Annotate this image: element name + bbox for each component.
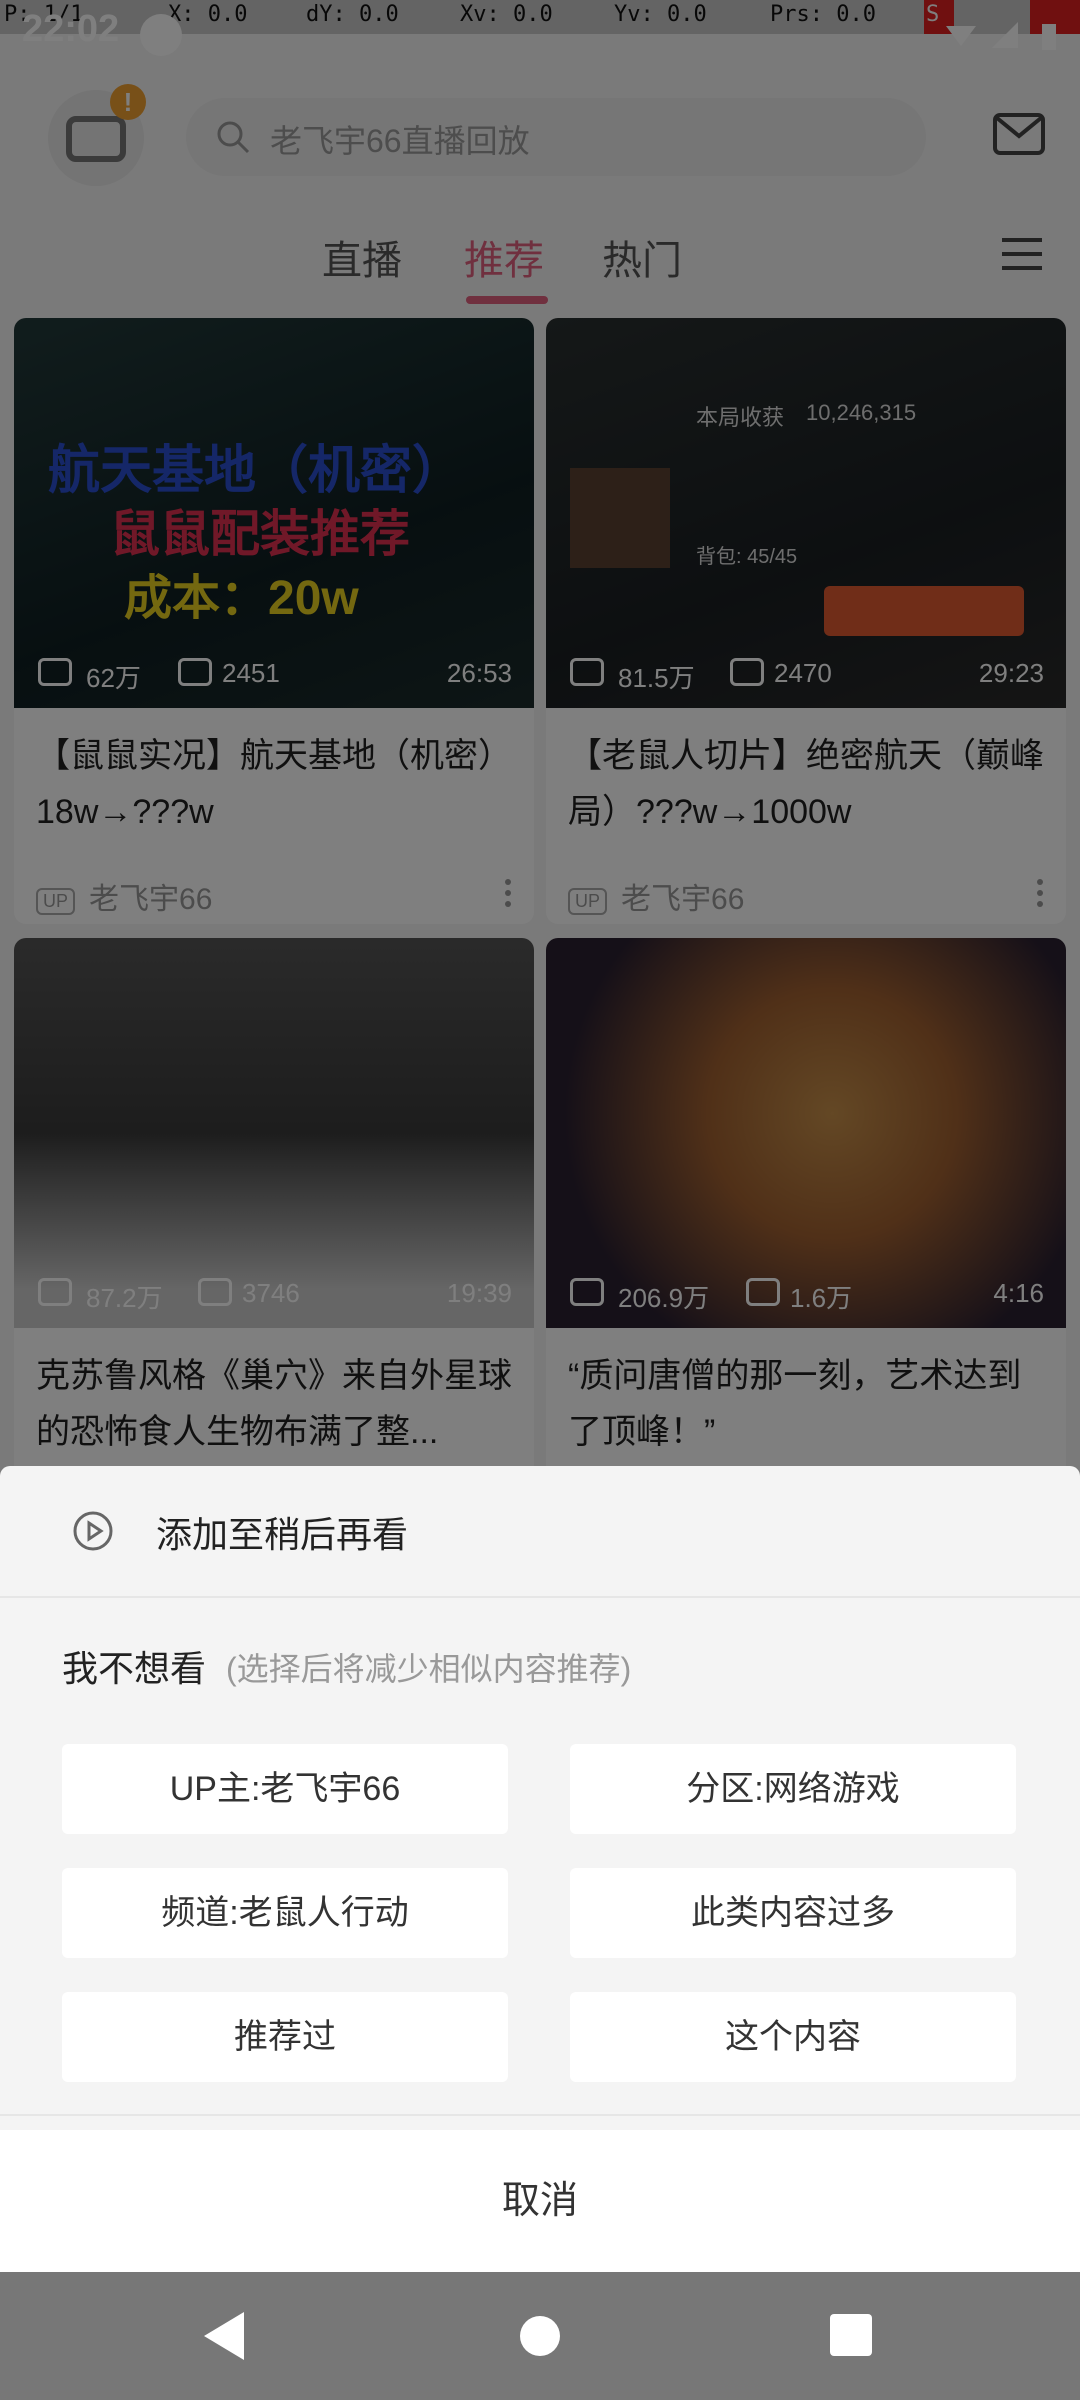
recents-button[interactable] [748,2272,956,2400]
dislike-subtitle[interactable]: (选择后将减少相似内容推荐) [226,1644,631,1690]
dislike-option-too-much[interactable]: 此类内容过多 [570,1868,1016,1958]
watch-later-button[interactable]: 添加至稍后再看 [156,1506,408,1558]
dislike-option-uploader[interactable]: UP主:老飞宇66 [62,1744,508,1834]
dislike-option-recommended-before[interactable]: 推荐过 [62,1992,508,2082]
home-button[interactable] [436,2272,644,2400]
dislike-option-category[interactable]: 分区:网络游戏 [570,1744,1016,1834]
dislike-option-this-content[interactable]: 这个内容 [570,1992,1016,2082]
back-button[interactable] [124,2272,332,2400]
recents-icon [830,2314,872,2356]
feedback-sheet: 添加至稍后再看 我不想看 (选择后将减少相似内容推荐) UP主:老飞宇66 分区… [0,1466,1080,2272]
system-nav-bar [0,2272,1080,2400]
watch-later-row[interactable]: 添加至稍后再看 [0,1466,1080,1596]
dislike-option-channel[interactable]: 频道:老鼠人行动 [62,1868,508,1958]
divider [0,1596,1080,1598]
divider [0,2114,1080,2116]
watch-later-icon [73,1511,113,1551]
dislike-title[interactable]: 我不想看 [62,1640,206,1692]
cancel-button[interactable]: 取消 [0,2130,1080,2272]
home-icon [520,2316,560,2356]
back-icon [204,2312,244,2360]
